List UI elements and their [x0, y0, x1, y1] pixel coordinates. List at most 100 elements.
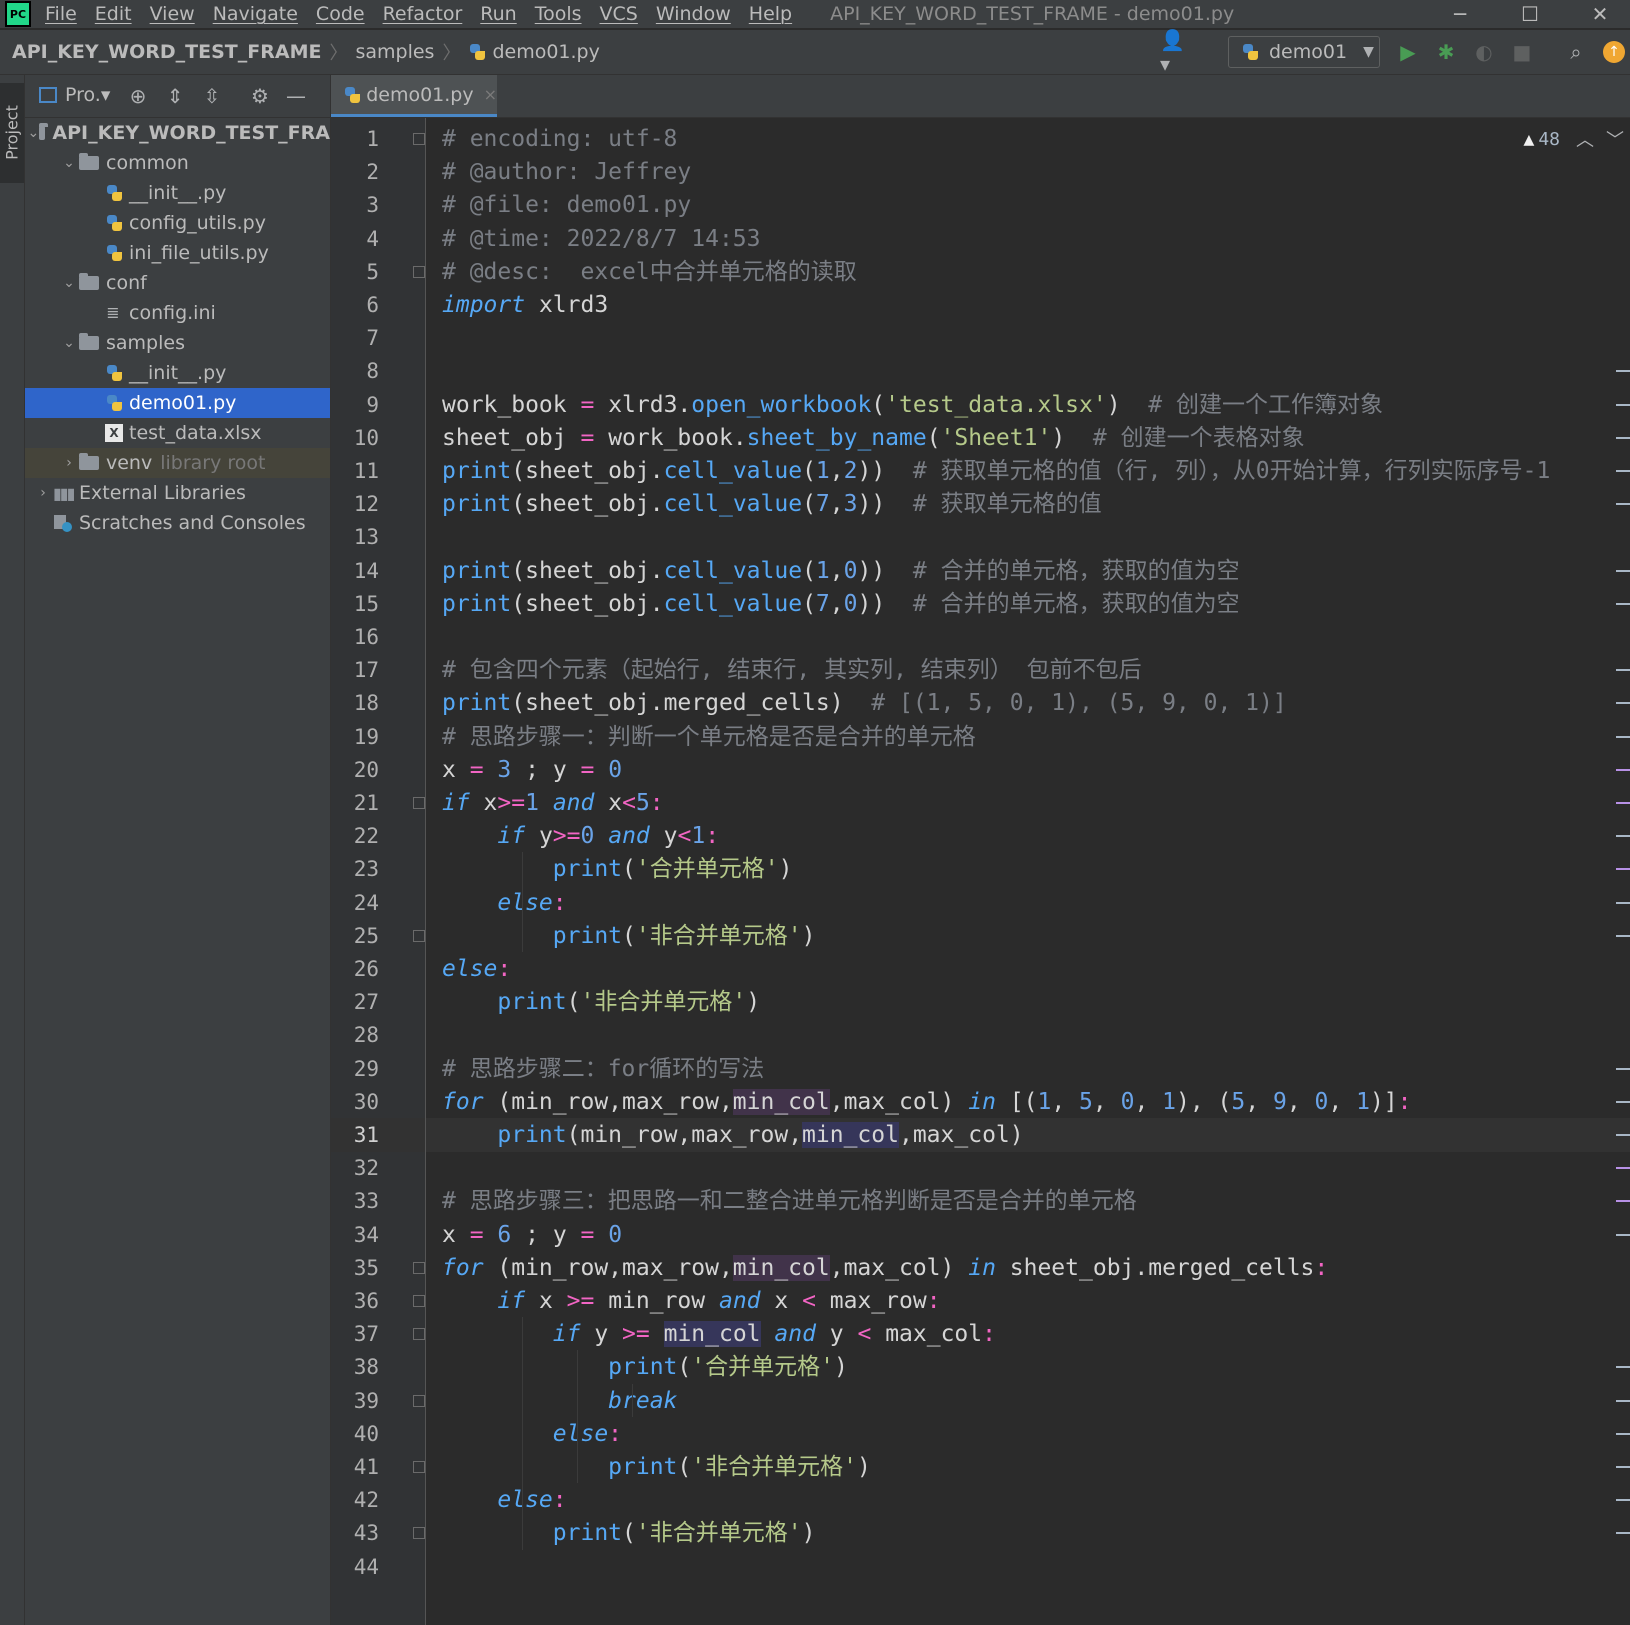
tree-item[interactable]: __init__.py: [25, 178, 330, 208]
run-configuration-select[interactable]: demo01 ▼: [1228, 36, 1380, 68]
menu-navigate[interactable]: Navigate: [213, 3, 298, 25]
fold-marker-icon[interactable]: [413, 1261, 425, 1274]
tree-item[interactable]: › venv library root: [25, 448, 330, 478]
code-line[interactable]: x = 6 ; y = 0: [426, 1218, 1630, 1252]
tree-item[interactable]: ⌄ conf: [25, 268, 330, 298]
error-stripe-mark[interactable]: [1616, 1100, 1630, 1103]
search-icon[interactable]: ⌕: [1562, 38, 1590, 66]
error-stripe-mark[interactable]: [1616, 1167, 1630, 1170]
maximize-icon[interactable]: ☐: [1500, 0, 1560, 28]
menu-vcs[interactable]: VCS: [600, 3, 638, 25]
error-stripe-mark[interactable]: [1616, 802, 1630, 804]
error-stripe-mark[interactable]: [1616, 768, 1630, 771]
minimize-icon[interactable]: ─: [1430, 0, 1490, 28]
code-line[interactable]: [426, 1151, 1630, 1185]
code-line[interactable]: print(sheet_obj.cell_value(7,0)) # 合并的单元…: [426, 587, 1630, 621]
tree-item[interactable]: › ▮▮▮ External Libraries: [25, 478, 330, 508]
code-line[interactable]: # 思路步骤一：判断一个单元格是否是合并的单元格: [426, 720, 1630, 754]
code-line[interactable]: print('非合并单元格'): [426, 919, 1630, 953]
tree-item[interactable]: ≣ config.ini: [25, 298, 330, 328]
locate-icon[interactable]: ⊕: [125, 83, 151, 109]
chevron-down-icon[interactable]: ⌄: [27, 125, 39, 141]
fold-marker-icon[interactable]: [413, 1394, 425, 1407]
next-highlight-icon[interactable]: ﹀: [1606, 126, 1624, 152]
error-stripe-mark[interactable]: [1616, 669, 1630, 672]
code-line[interactable]: [426, 321, 1630, 355]
tab-demo01[interactable]: demo01.py ×: [331, 75, 497, 117]
code-line[interactable]: if y >= min_col and y < max_col:: [426, 1317, 1630, 1351]
error-stripe-mark[interactable]: [1616, 470, 1630, 472]
fold-marker-icon[interactable]: [413, 1461, 425, 1473]
code-line[interactable]: print('非合并单元格'): [426, 1516, 1630, 1550]
code-line[interactable]: else:: [426, 952, 1630, 986]
run-icon[interactable]: ▶: [1394, 38, 1422, 66]
fold-marker-icon[interactable]: [413, 929, 425, 942]
menu-run[interactable]: Run: [480, 3, 516, 25]
menu-window[interactable]: Window: [656, 3, 731, 25]
close-window-icon[interactable]: ✕: [1570, 0, 1630, 28]
code-line[interactable]: print('非合并单元格'): [426, 1450, 1630, 1484]
code-line[interactable]: else:: [426, 886, 1630, 920]
error-stripe-mark[interactable]: [1616, 503, 1630, 506]
code-line[interactable]: [426, 1018, 1630, 1052]
code-line[interactable]: print(sheet_obj.cell_value(1,0)) # 合并的单元…: [426, 554, 1630, 588]
code-line[interactable]: else:: [426, 1417, 1630, 1451]
error-stripe-mark[interactable]: [1616, 1233, 1630, 1236]
error-stripe-mark[interactable]: [1616, 1366, 1630, 1369]
debug-icon[interactable]: ✱: [1432, 38, 1460, 66]
error-stripe-mark[interactable]: [1616, 403, 1630, 406]
fold-marker-icon[interactable]: [413, 1527, 425, 1540]
coverage-icon[interactable]: ◐: [1470, 38, 1498, 66]
code-line[interactable]: x = 3 ; y = 0: [426, 753, 1630, 787]
error-stripe-mark[interactable]: [1616, 835, 1630, 838]
code-line[interactable]: print(sheet_obj.merged_cells) # [(1, 5, …: [426, 686, 1630, 720]
tree-item[interactable]: ⌄ common: [25, 148, 330, 178]
tree-item[interactable]: Scratches and Consoles: [25, 508, 330, 538]
gear-icon[interactable]: ⚙: [247, 83, 273, 109]
chevron-right-icon[interactable]: ›: [59, 455, 79, 471]
code-line[interactable]: # 思路步骤三：把思路一和二整合进单元格判断是否是合并的单元格: [426, 1184, 1630, 1218]
previous-highlight-icon[interactable]: ︿: [1576, 126, 1594, 152]
breadcrumb-folder[interactable]: samples: [355, 41, 434, 63]
fold-marker-icon[interactable]: [413, 1328, 425, 1341]
update-icon[interactable]: ↑: [1600, 38, 1628, 66]
error-stripe-mark[interactable]: [1616, 569, 1630, 572]
error-stripe-mark[interactable]: [1616, 1532, 1630, 1535]
code-line[interactable]: print(min_row,max_row,min_col,max_col): [426, 1118, 1630, 1152]
code-line[interactable]: for (min_row,max_row,min_col,max_col) in…: [426, 1085, 1630, 1119]
error-stripe-mark[interactable]: [1616, 901, 1630, 904]
code-line[interactable]: if x >= min_row and x < max_row:: [426, 1284, 1630, 1318]
tree-item[interactable]: demo01.py: [25, 388, 330, 418]
menu-edit[interactable]: Edit: [95, 3, 132, 25]
code-line[interactable]: print(sheet_obj.cell_value(7,3)) # 获取单元格…: [426, 487, 1630, 521]
error-stripe-mark[interactable]: [1616, 436, 1630, 439]
code-line[interactable]: # 包含四个元素（起始行, 结束行, 其实列, 结束列） 包前不包后: [426, 653, 1630, 687]
code-line[interactable]: [426, 354, 1630, 388]
breadcrumb-project[interactable]: API_KEY_WORD_TEST_FRAME: [12, 41, 321, 63]
code-line[interactable]: if x>=1 and x<5:: [426, 786, 1630, 820]
code-line[interactable]: import xlrd3: [426, 288, 1630, 322]
hide-panel-icon[interactable]: —: [283, 83, 309, 109]
error-stripe-mark[interactable]: [1616, 1399, 1630, 1402]
error-stripe-mark[interactable]: [1616, 1200, 1630, 1203]
breadcrumb-file[interactable]: demo01.py: [492, 41, 599, 63]
tree-item[interactable]: ini_file_utils.py: [25, 238, 330, 268]
menu-code[interactable]: Code: [316, 3, 365, 25]
code-line[interactable]: # @author: Jeffrey: [426, 155, 1630, 189]
tree-item[interactable]: config_utils.py: [25, 208, 330, 238]
code-line[interactable]: # @file: demo01.py: [426, 188, 1630, 222]
error-stripe-mark[interactable]: [1616, 1499, 1630, 1502]
code-line[interactable]: print('非合并单元格'): [426, 985, 1630, 1019]
code-line[interactable]: if y>=0 and y<1:: [426, 819, 1630, 853]
code-line[interactable]: # encoding: utf-8: [426, 122, 1630, 156]
user-icon[interactable]: 👤▾: [1160, 28, 1188, 76]
tree-item[interactable]: __init__.py: [25, 358, 330, 388]
menu-help[interactable]: Help: [749, 3, 792, 25]
error-stripe-mark[interactable]: [1616, 1067, 1630, 1070]
fold-marker-icon[interactable]: [413, 133, 425, 145]
code-line[interactable]: # @time: 2022/8/7 14:53: [426, 222, 1630, 256]
code-line[interactable]: break: [426, 1384, 1630, 1418]
chevron-down-icon[interactable]: ⌄: [59, 335, 79, 351]
error-stripe-mark[interactable]: [1616, 370, 1630, 373]
expand-all-icon[interactable]: ⇕: [162, 83, 188, 109]
